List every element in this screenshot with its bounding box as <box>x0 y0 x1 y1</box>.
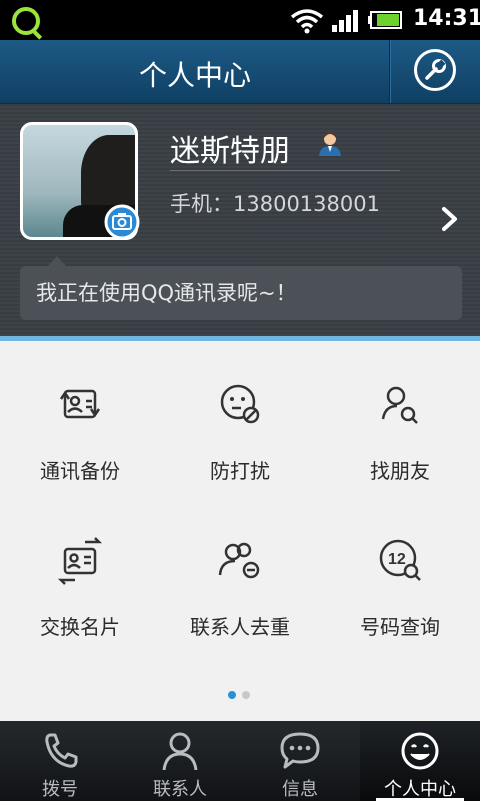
page-dot-active <box>228 691 236 699</box>
feature-exchange-card[interactable]: 交换名片 <box>0 499 160 649</box>
feature-grid: 通讯备份 防打扰 找朋友 交换名片 联系人去重 12 号码查询 <box>0 341 480 721</box>
status-message[interactable]: 我正在使用QQ通讯录呢~！ <box>20 256 462 320</box>
message-icon <box>280 732 320 769</box>
clock: 14:31 <box>413 6 480 31</box>
tab-label: 拨号 <box>42 779 78 800</box>
tab-contacts[interactable]: 联系人 <box>120 721 240 801</box>
status-bar: 14:31 <box>0 0 480 40</box>
tab-profile[interactable]: 个人中心 <box>360 721 480 801</box>
feature-contact-backup[interactable]: 通讯备份 <box>0 343 160 493</box>
tab-label: 信息 <box>282 779 318 800</box>
signal-icon <box>332 10 358 32</box>
number-lookup-icon: 12 <box>379 539 421 581</box>
camera-icon[interactable] <box>104 204 140 240</box>
wrench-icon[interactable] <box>414 49 456 91</box>
bottom-tab-bar: 拨号 联系人 信息 个人中心 <box>0 721 480 801</box>
tab-messages[interactable]: 信息 <box>240 721 360 801</box>
contacts-icon <box>162 732 198 771</box>
qq-icon <box>12 7 40 35</box>
feature-label: 防打扰 <box>210 459 270 483</box>
page-title: 个人中心 <box>138 59 251 92</box>
header-divider <box>389 40 390 103</box>
name-divider <box>170 170 400 171</box>
page-indicator <box>228 684 256 703</box>
tab-label: 联系人 <box>153 779 207 800</box>
svg-text:12: 12 <box>388 551 406 568</box>
profile-card[interactable]: 迷斯特朋 手机：13800138001 我正在使用QQ通讯录呢~！ <box>0 104 480 336</box>
header-bar: 个人中心 <box>0 40 480 104</box>
dedupe-contacts-icon <box>218 542 260 579</box>
contact-backup-icon <box>59 389 101 419</box>
feature-find-friends[interactable]: 找朋友 <box>320 343 480 493</box>
wifi-icon <box>290 9 324 34</box>
battery-icon <box>368 11 402 29</box>
feature-do-not-disturb[interactable]: 防打扰 <box>160 343 320 493</box>
feature-label: 交换名片 <box>40 615 120 639</box>
person-icon <box>319 132 341 156</box>
feature-label: 通讯备份 <box>40 459 120 483</box>
do-not-disturb-icon <box>220 384 260 424</box>
feature-number-lookup[interactable]: 12 号码查询 <box>320 499 480 649</box>
page-dot <box>242 691 250 699</box>
feature-label: 号码查询 <box>360 615 440 639</box>
feature-dedupe-contacts[interactable]: 联系人去重 <box>160 499 320 649</box>
smiley-icon <box>401 732 439 770</box>
feature-label: 找朋友 <box>370 459 430 483</box>
find-friends-icon <box>381 386 418 424</box>
profile-phone: 手机：13800138001 <box>170 192 380 216</box>
chevron-right-icon[interactable] <box>441 206 459 232</box>
exchange-card-icon <box>57 537 103 585</box>
feature-label: 联系人去重 <box>190 615 290 639</box>
phone-icon <box>45 733 78 768</box>
profile-name: 迷斯特朋 <box>170 134 290 169</box>
tab-dial[interactable]: 拨号 <box>0 721 120 801</box>
